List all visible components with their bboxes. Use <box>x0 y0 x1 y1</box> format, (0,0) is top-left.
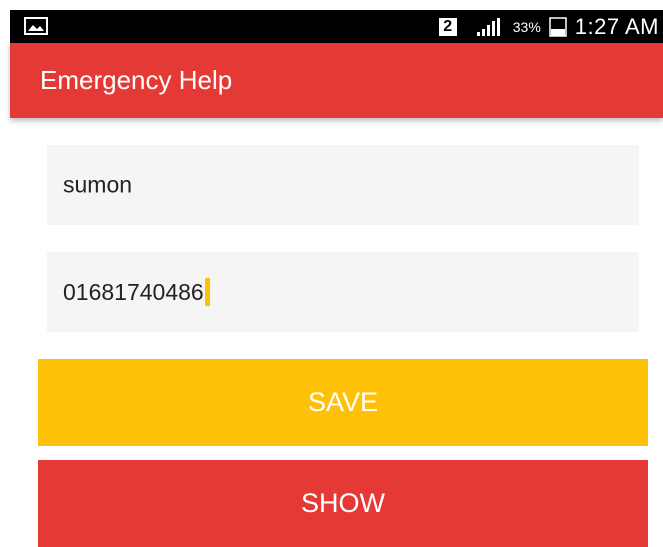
name-input-value: sumon <box>63 172 132 199</box>
phone-input-text: 01681740486 <box>63 278 204 305</box>
sim-badge: 2 <box>438 17 457 36</box>
battery-percent: 33% <box>512 18 541 35</box>
app-bar: Emergency Help <box>10 43 663 118</box>
show-button[interactable]: SHOW <box>38 460 648 547</box>
signal-icon <box>476 17 500 36</box>
image-icon <box>24 17 48 35</box>
phone-input[interactable]: 01681740486 <box>47 252 639 332</box>
app-title: Emergency Help <box>40 65 233 95</box>
save-button[interactable]: SAVE <box>38 359 648 446</box>
text-cursor <box>204 278 210 306</box>
status-clock: 1:27 AM <box>574 13 659 39</box>
status-right-group: 2 33% 1:27 AM <box>438 10 659 43</box>
name-input[interactable]: sumon <box>47 145 639 225</box>
status-bar: 2 33% 1:27 AM <box>10 10 663 43</box>
name-input-text: sumon <box>63 171 133 198</box>
phone-input-value: 01681740486 <box>63 278 210 306</box>
battery-icon <box>549 16 567 37</box>
